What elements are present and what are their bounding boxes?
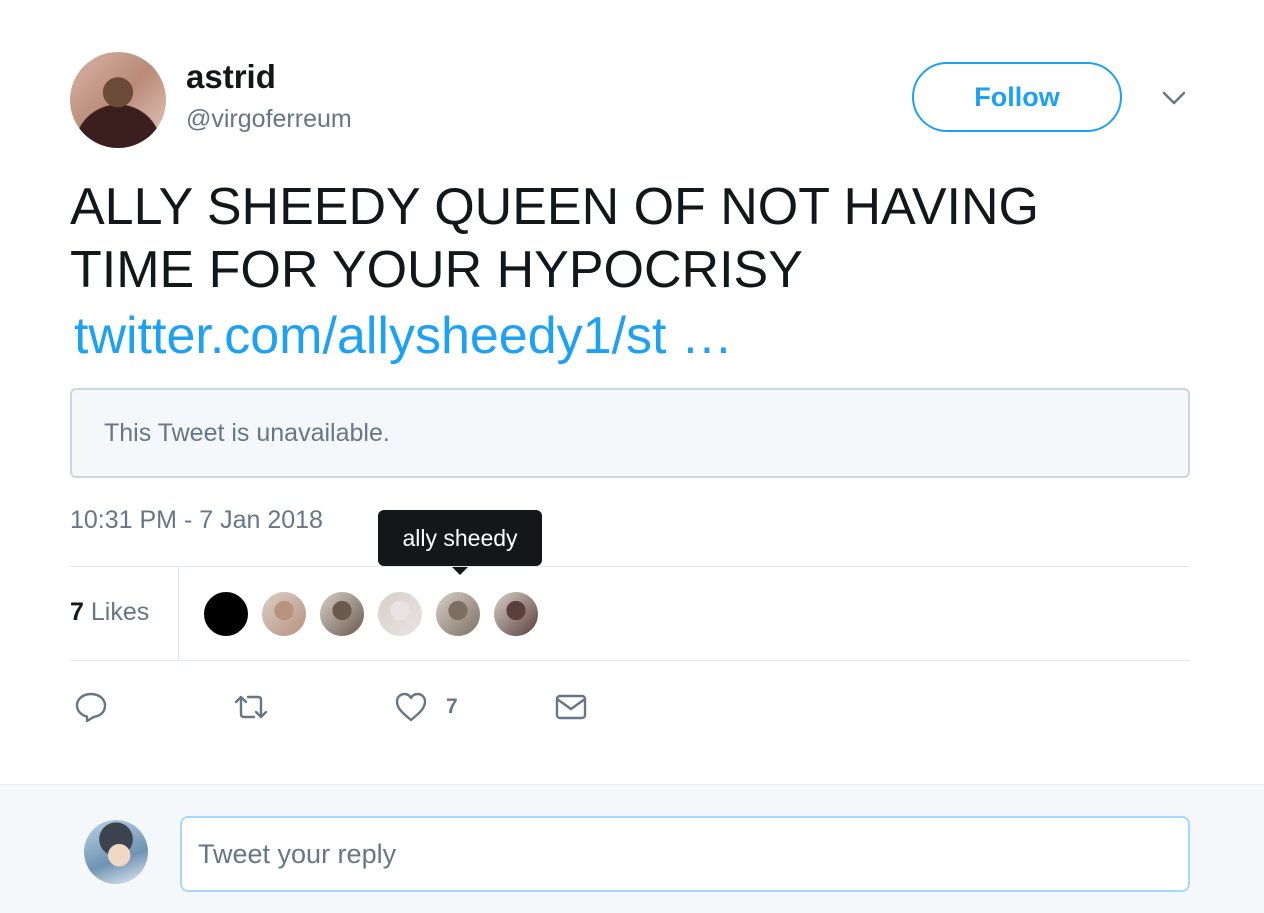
like-button[interactable]: 7	[394, 690, 458, 724]
quoted-tweet-unavailable: This Tweet is unavailable.	[70, 388, 1190, 478]
reply-input[interactable]	[180, 816, 1190, 892]
liker-avatar[interactable]	[202, 590, 250, 638]
liker-tooltip: ally sheedy	[378, 510, 542, 575]
liker-avatar[interactable]	[376, 590, 424, 638]
likes-label: Likes	[90, 598, 150, 626]
retweet-icon	[234, 695, 268, 719]
divider	[70, 566, 1190, 567]
liker-avatar[interactable]	[260, 590, 308, 638]
divider	[178, 567, 179, 661]
divider	[70, 660, 1190, 661]
tweet-text-line: ALLY SHEEDY QUEEN OF NOT HAVING	[70, 178, 1040, 236]
direct-message-button[interactable]	[554, 690, 588, 724]
author-name[interactable]: astrid	[186, 58, 276, 96]
unavailable-message: This Tweet is unavailable.	[104, 418, 390, 447]
tweet-link[interactable]: twitter.com/allysheedy1/st …	[74, 306, 733, 366]
retweet-button[interactable]	[234, 690, 268, 724]
heart-icon	[395, 692, 427, 722]
likes-count-link[interactable]: 7 Likes	[70, 598, 149, 627]
reply-icon	[75, 692, 107, 723]
likes-count: 7	[70, 598, 84, 626]
liker-avatar[interactable]	[318, 590, 366, 638]
follow-button[interactable]: Follow	[912, 62, 1122, 132]
author-avatar[interactable]	[70, 52, 166, 148]
liker-avatar[interactable]	[492, 590, 540, 638]
author-handle[interactable]: @virgoferreum	[186, 105, 352, 134]
tweet-text-line: TIME FOR YOUR HYPOCRISY	[70, 241, 803, 299]
current-user-avatar	[84, 820, 148, 884]
envelope-icon	[555, 694, 587, 720]
tweet-timestamp[interactable]: 10:31 PM - 7 Jan 2018	[70, 506, 323, 535]
like-count: 7	[446, 695, 458, 718]
tweet-text: ALLY SHEEDY QUEEN OF NOT HAVING TIME FOR…	[70, 176, 1170, 302]
reply-button[interactable]	[74, 690, 108, 724]
chevron-down-icon[interactable]	[1160, 86, 1188, 110]
liker-avatar[interactable]	[434, 590, 482, 638]
